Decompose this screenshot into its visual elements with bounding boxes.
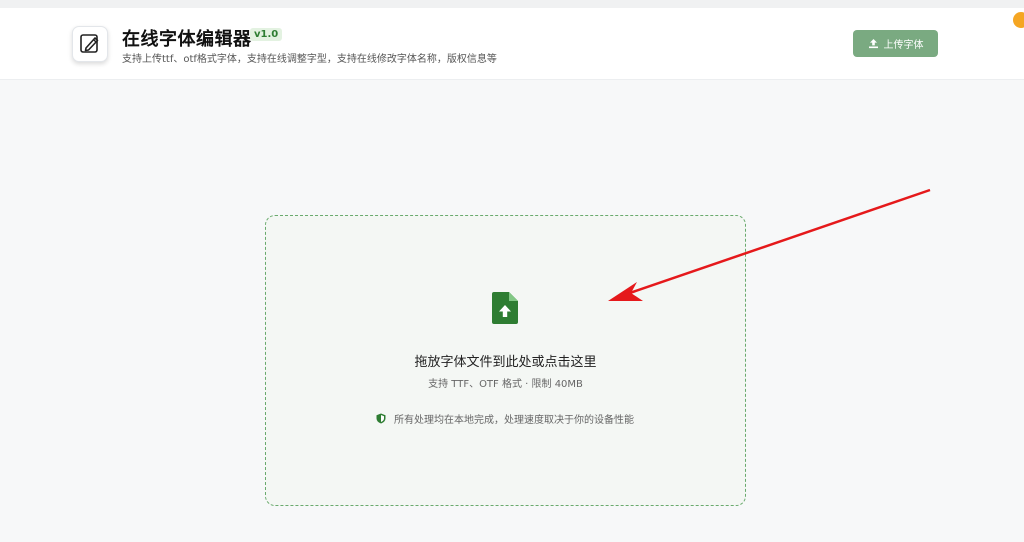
app-subtitle: 支持上传ttf、otf格式字体，支持在线调整字型，支持在线修改字体名称，版权信息…: [122, 54, 497, 65]
privacy-text: 所有处理均在本地完成，处理速度取决于你的设备性能: [394, 415, 634, 426]
header: 在线字体编辑器 v1.0 支持上传ttf、otf格式字体，支持在线调整字型，支持…: [0, 8, 1024, 80]
pen-edit-icon: [80, 34, 99, 53]
corner-badge[interactable]: [1013, 12, 1024, 28]
app-logo: [72, 26, 108, 62]
file-upload-icon: [492, 292, 518, 324]
shield-icon: [376, 413, 386, 424]
dropzone-title: 拖放字体文件到此处或点击这里: [414, 355, 597, 370]
browser-top-strip: [0, 0, 1024, 8]
privacy-note: 所有处理均在本地完成，处理速度取决于你的设备性能: [376, 411, 634, 426]
upload-icon: [868, 39, 878, 49]
dropzone-limit: 支持 TTF、OTF 格式 · 限制 40MB: [428, 379, 583, 390]
page: 在线字体编辑器 v1.0 支持上传ttf、otf格式字体，支持在线调整字型，支持…: [0, 0, 1024, 542]
upload-font-button[interactable]: 上传字体: [853, 30, 938, 57]
upload-font-label: 上传字体: [883, 40, 924, 51]
app-title: 在线字体编辑器: [122, 29, 252, 50]
font-dropzone[interactable]: 拖放字体文件到此处或点击这里 支持 TTF、OTF 格式 · 限制 40MB 所…: [265, 215, 746, 506]
version-badge: v1.0: [250, 28, 283, 41]
